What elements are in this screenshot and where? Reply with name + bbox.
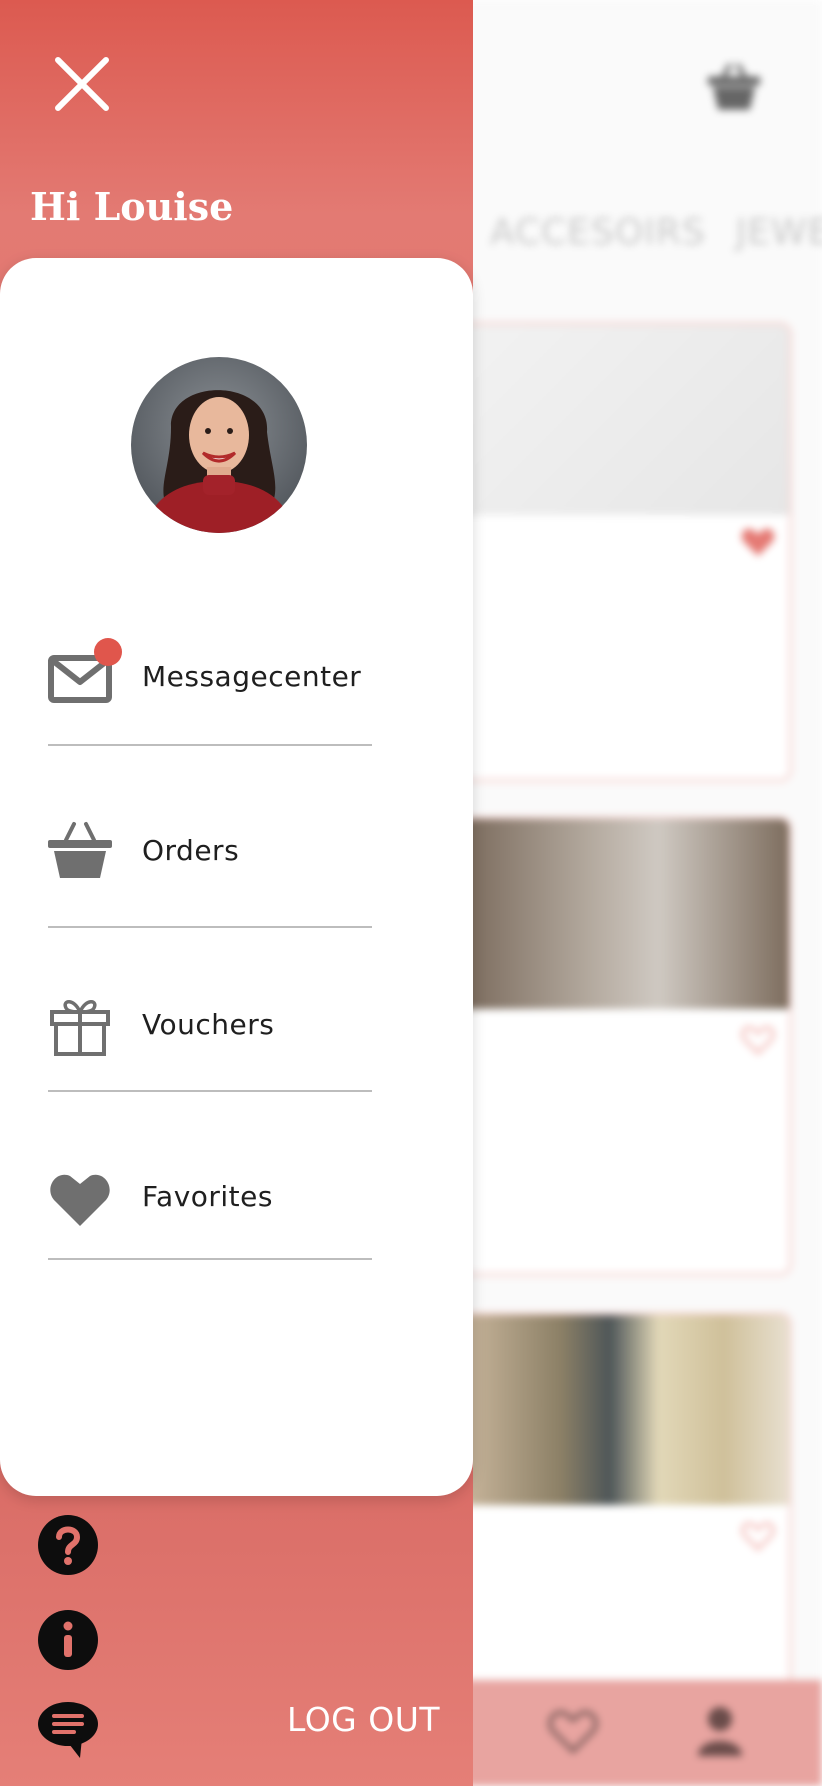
tab-accessories[interactable]: ACCESOIRS <box>490 212 706 253</box>
product-image <box>463 325 789 515</box>
menu-panel: Messagecenter Orders Vouchers Favorites <box>0 258 473 1496</box>
basket-icon <box>48 822 112 878</box>
divider <box>48 744 372 746</box>
divider <box>48 926 372 928</box>
menu-label-favorites: Favorites <box>142 1180 273 1213</box>
product-card[interactable] <box>460 816 792 1276</box>
menu-item-favorites[interactable]: Favorites <box>48 1162 372 1292</box>
menu-item-messagecenter[interactable]: Messagecenter <box>48 638 372 768</box>
close-icon[interactable] <box>52 54 112 114</box>
menu-label-vouchers: Vouchers <box>142 1008 275 1041</box>
cart-icon <box>707 63 761 110</box>
category-tabs: ACCESOIRS JEWEL <box>490 212 822 262</box>
help-icon <box>56 1526 81 1565</box>
avatar[interactable] <box>131 357 307 533</box>
favorite-heart-icon[interactable] <box>741 1521 775 1551</box>
greeting-title: Hi Louise <box>30 184 234 229</box>
menu-label-orders: Orders <box>142 834 240 867</box>
product-card[interactable] <box>460 1312 792 1692</box>
info-button[interactable] <box>38 1610 98 1670</box>
heart-icon <box>50 1174 110 1226</box>
tab-jewelry[interactable]: JEWEL <box>736 212 822 253</box>
profile-photo <box>131 357 307 533</box>
notification-badge <box>94 638 122 666</box>
menu-item-orders[interactable]: Orders <box>48 820 372 950</box>
nav-profile-icon[interactable] <box>696 1706 744 1756</box>
logout-button[interactable]: LOG OUT <box>287 1700 440 1739</box>
product-image <box>463 819 789 1009</box>
product-card[interactable] <box>460 322 792 782</box>
chat-icon[interactable] <box>36 1700 100 1760</box>
info-icon <box>63 1621 73 1657</box>
favorite-heart-icon[interactable] <box>741 1025 775 1055</box>
product-image <box>463 1315 789 1505</box>
nav-favorites-icon[interactable] <box>548 1708 598 1754</box>
menu-label-messagecenter: Messagecenter <box>142 660 362 693</box>
divider <box>48 1090 372 1092</box>
gift-icon <box>50 1000 110 1056</box>
help-button[interactable] <box>38 1515 98 1575</box>
favorite-heart-icon[interactable] <box>741 527 775 557</box>
divider <box>48 1258 372 1260</box>
side-drawer: Hi Louise Messagecenter Orders Vouchers … <box>0 0 473 1786</box>
menu-item-vouchers[interactable]: Vouchers <box>48 990 372 1120</box>
bottom-nav-bar <box>460 1680 822 1786</box>
